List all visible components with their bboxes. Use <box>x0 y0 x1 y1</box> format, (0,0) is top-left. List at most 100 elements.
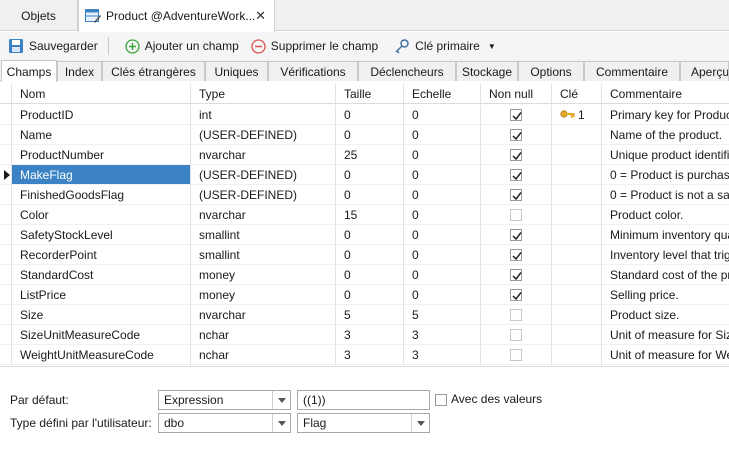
primary-key-button[interactable]: Clé primaire ▼ <box>390 34 500 58</box>
key-cell[interactable] <box>552 185 602 205</box>
key-cell[interactable] <box>552 125 602 145</box>
field-scale-cell[interactable]: 0 <box>404 245 481 265</box>
table-row[interactable]: RecorderPoint smallint 0 0 Inventory level t… <box>0 245 729 265</box>
field-type-cell[interactable]: smallint <box>191 245 336 265</box>
not-null-cell[interactable] <box>481 285 552 305</box>
table-row[interactable]: SafetyStockLevel smallint 0 0 Minimum invent… <box>0 225 729 245</box>
not-null-cell[interactable] <box>481 105 552 125</box>
field-size-cell[interactable]: 0 <box>336 245 404 265</box>
table-row[interactable]: StandardCost money 0 0 Standard cost of the … <box>0 265 729 285</box>
field-type-cell[interactable]: int <box>191 105 336 125</box>
field-comment-cell[interactable]: Standard cost of the product. <box>602 265 729 285</box>
not-null-checkbox[interactable] <box>510 229 522 241</box>
default-value-input[interactable]: ((1)) <box>297 390 430 410</box>
row-indicator[interactable] <box>0 345 12 365</box>
field-comment-cell[interactable]: Primary key for Product records. <box>602 105 729 125</box>
tab-index[interactable]: Index <box>57 61 102 81</box>
close-tab-icon[interactable]: ✕ <box>255 8 266 24</box>
field-type-cell[interactable]: (USER-DEFINED) <box>191 165 336 185</box>
not-null-checkbox[interactable] <box>510 249 522 261</box>
tab-options[interactable]: Options <box>518 61 584 81</box>
field-size-cell[interactable]: 5 <box>336 305 404 325</box>
field-scale-cell[interactable]: 0 <box>404 265 481 285</box>
field-scale-cell[interactable]: 3 <box>404 325 481 345</box>
row-indicator[interactable] <box>0 245 12 265</box>
row-indicator[interactable] <box>0 125 12 145</box>
key-cell[interactable] <box>552 245 602 265</box>
field-size-cell[interactable]: 0 <box>336 165 404 185</box>
column-header-not-null[interactable]: Non null <box>481 84 552 104</box>
field-comment-cell[interactable]: Inventory level that triggers a purchase… <box>602 245 729 265</box>
key-cell[interactable] <box>552 345 602 365</box>
with-values-checkbox[interactable] <box>435 394 447 406</box>
key-cell[interactable] <box>552 165 602 185</box>
save-button[interactable]: Sauvegarder <box>4 34 102 58</box>
field-type-cell[interactable]: smallint <box>191 225 336 245</box>
row-indicator[interactable] <box>0 325 12 345</box>
row-indicator[interactable] <box>0 185 12 205</box>
not-null-checkbox[interactable] <box>510 209 522 221</box>
not-null-cell[interactable] <box>481 185 552 205</box>
not-null-cell[interactable] <box>481 165 552 185</box>
table-row[interactable]: ProductIDint001Primary key for Product r… <box>0 105 729 125</box>
table-row[interactable]: FinishedGoodsFlag (USER-DEFINED) 0 0 0 = Pro… <box>0 185 729 205</box>
tab-product-design[interactable]: Product @AdventureWork... ✕ <box>78 0 275 32</box>
key-cell[interactable] <box>552 325 602 345</box>
field-scale-cell[interactable]: 0 <box>404 145 481 165</box>
not-null-checkbox[interactable] <box>510 189 522 201</box>
field-name-cell[interactable]: Color <box>12 205 191 225</box>
field-comment-cell[interactable]: Product size. <box>602 305 729 325</box>
field-scale-cell[interactable]: 0 <box>404 165 481 185</box>
key-cell[interactable] <box>552 205 602 225</box>
column-header-name[interactable]: Nom <box>12 84 191 104</box>
not-null-checkbox[interactable] <box>510 129 522 141</box>
field-comment-cell[interactable]: Unique product identification number. <box>602 145 729 165</box>
field-comment-cell[interactable]: Unit of measure for Size column. <box>602 325 729 345</box>
field-scale-cell[interactable]: 0 <box>404 185 481 205</box>
table-row[interactable]: WeightUnitMeasureCode nchar 3 3 Unit of meas… <box>0 345 729 365</box>
not-null-checkbox[interactable] <box>510 329 522 341</box>
field-type-cell[interactable]: money <box>191 265 336 285</box>
chevron-down-icon[interactable] <box>272 414 290 432</box>
field-size-cell[interactable]: 0 <box>336 105 404 125</box>
tab-objects[interactable]: Objets <box>0 0 78 31</box>
not-null-cell[interactable] <box>481 145 552 165</box>
not-null-checkbox[interactable] <box>510 349 522 361</box>
field-size-cell[interactable]: 25 <box>336 145 404 165</box>
field-type-cell[interactable]: nvarchar <box>191 205 336 225</box>
default-type-select[interactable]: Expression <box>158 390 291 410</box>
row-indicator[interactable] <box>0 265 12 285</box>
column-header-type[interactable]: Type <box>191 84 336 104</box>
tab-checks[interactable]: Vérifications <box>268 61 358 81</box>
not-null-cell[interactable] <box>481 345 552 365</box>
not-null-cell[interactable] <box>481 225 552 245</box>
tab-storage[interactable]: Stockage <box>456 61 518 81</box>
tab-preview[interactable]: Aperçu <box>680 61 729 81</box>
field-name-cell[interactable]: ProductID <box>12 105 191 125</box>
not-null-cell[interactable] <box>481 205 552 225</box>
field-size-cell[interactable]: 15 <box>336 205 404 225</box>
row-indicator[interactable] <box>0 165 12 185</box>
key-cell[interactable] <box>552 145 602 165</box>
table-row[interactable]: MakeFlag (USER-DEFINED) 0 0 0 = Product is p… <box>0 165 729 185</box>
key-cell[interactable]: 1 <box>552 105 602 125</box>
field-scale-cell[interactable]: 0 <box>404 285 481 305</box>
udt-schema-select[interactable]: dbo <box>158 413 291 433</box>
not-null-cell[interactable] <box>481 245 552 265</box>
table-row[interactable]: ListPrice money 0 0 Selling price. <box>0 285 729 305</box>
table-row[interactable]: ProductNumber nvarchar 25 0 Unique product i… <box>0 145 729 165</box>
field-scale-cell[interactable]: 0 <box>404 125 481 145</box>
table-row[interactable]: SizeUnitMeasureCode nchar 3 3 Unit of measur… <box>0 325 729 345</box>
not-null-checkbox[interactable] <box>510 269 522 281</box>
delete-field-button[interactable]: Supprimer le champ <box>247 34 382 58</box>
field-type-cell[interactable]: money <box>191 285 336 305</box>
not-null-checkbox[interactable] <box>510 169 522 181</box>
field-scale-cell[interactable]: 3 <box>404 345 481 365</box>
field-name-cell[interactable]: MakeFlag <box>12 165 191 185</box>
table-row[interactable]: Size nvarchar 5 5 Product size. <box>0 305 729 325</box>
column-header-key[interactable]: Clé <box>552 84 602 104</box>
not-null-checkbox[interactable] <box>510 289 522 301</box>
field-type-cell[interactable]: nvarchar <box>191 305 336 325</box>
key-cell[interactable] <box>552 285 602 305</box>
not-null-cell[interactable] <box>481 265 552 285</box>
